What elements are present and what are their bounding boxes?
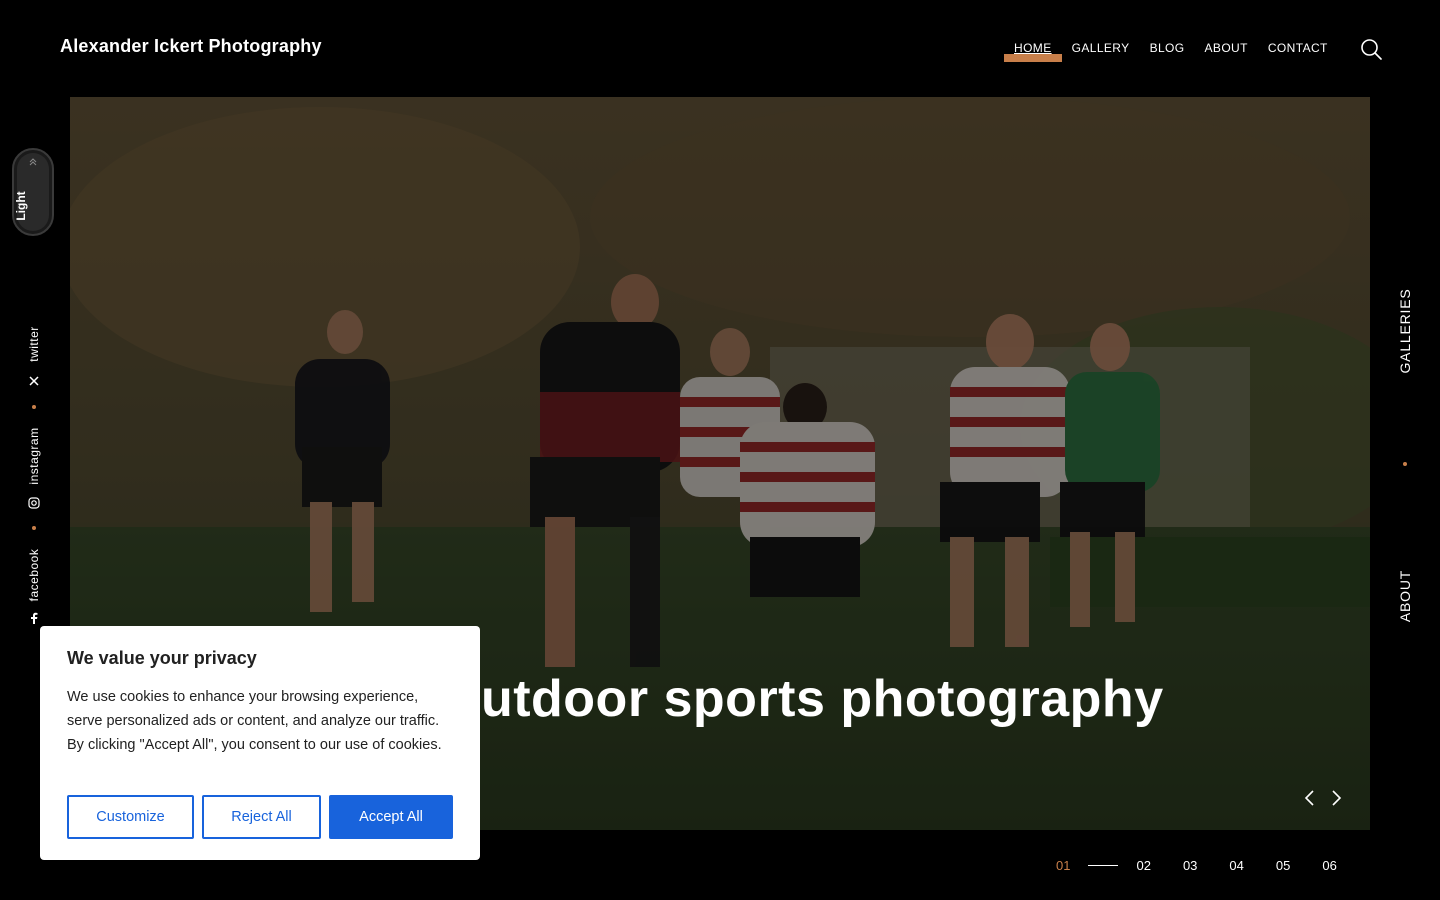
slide-pager: 01 02 03 04 05 06 (1056, 858, 1337, 873)
chevron-left-icon[interactable] (1300, 787, 1320, 809)
instagram-icon[interactable] (28, 497, 40, 509)
pager-item[interactable]: 06 (1322, 858, 1336, 873)
x-icon[interactable] (28, 375, 40, 387)
separator-dot (1403, 462, 1407, 466)
nav-gallery[interactable]: GALLERY (1062, 38, 1140, 58)
nav-contact[interactable]: CONTACT (1258, 38, 1338, 58)
cookie-consent-banner: We value your privacy We use cookies to … (40, 626, 480, 860)
separator-dot (32, 405, 36, 409)
chevron-right-icon[interactable] (1326, 787, 1346, 809)
customize-button[interactable]: Customize (67, 795, 194, 839)
pager-current[interactable]: 01 (1056, 858, 1070, 873)
nav-about[interactable]: ABOUT (1195, 38, 1258, 58)
facebook-icon[interactable] (29, 612, 39, 624)
pager-item[interactable]: 03 (1183, 858, 1197, 873)
pager-item[interactable]: 04 (1229, 858, 1243, 873)
pager-item[interactable]: 05 (1276, 858, 1290, 873)
nav-home[interactable]: HOME (1004, 38, 1062, 62)
cookie-body: We use cookies to enhance your browsing … (67, 689, 442, 753)
separator-dot (32, 526, 36, 530)
cookie-buttons: Customize Reject All Accept All (67, 795, 453, 839)
theme-toggle-label: Light (14, 191, 28, 221)
main-nav: HOME GALLERY BLOG ABOUT CONTACT (1004, 38, 1338, 62)
side-link-about[interactable]: ABOUT (1397, 570, 1413, 622)
search-icon[interactable] (1360, 38, 1382, 60)
side-link-galleries[interactable]: GALLERIES (1397, 288, 1413, 373)
social-twitter-link[interactable]: twitter (27, 326, 41, 362)
social-facebook-link[interactable]: facebook (27, 549, 41, 602)
reject-all-button[interactable]: Reject All (202, 795, 321, 839)
nav-blog[interactable]: BLOG (1140, 38, 1195, 58)
social-instagram-link[interactable]: instagram (27, 427, 41, 484)
pager-item[interactable]: 02 (1136, 858, 1150, 873)
site-title[interactable]: Alexander Ickert Photography (60, 36, 322, 57)
hero-title: Outdoor sports photography (440, 670, 1164, 728)
cookie-title: We value your privacy (67, 648, 257, 668)
accept-all-button[interactable]: Accept All (329, 795, 453, 839)
chevron-up-double-icon (29, 158, 37, 166)
pager-progress-line (1088, 865, 1119, 866)
